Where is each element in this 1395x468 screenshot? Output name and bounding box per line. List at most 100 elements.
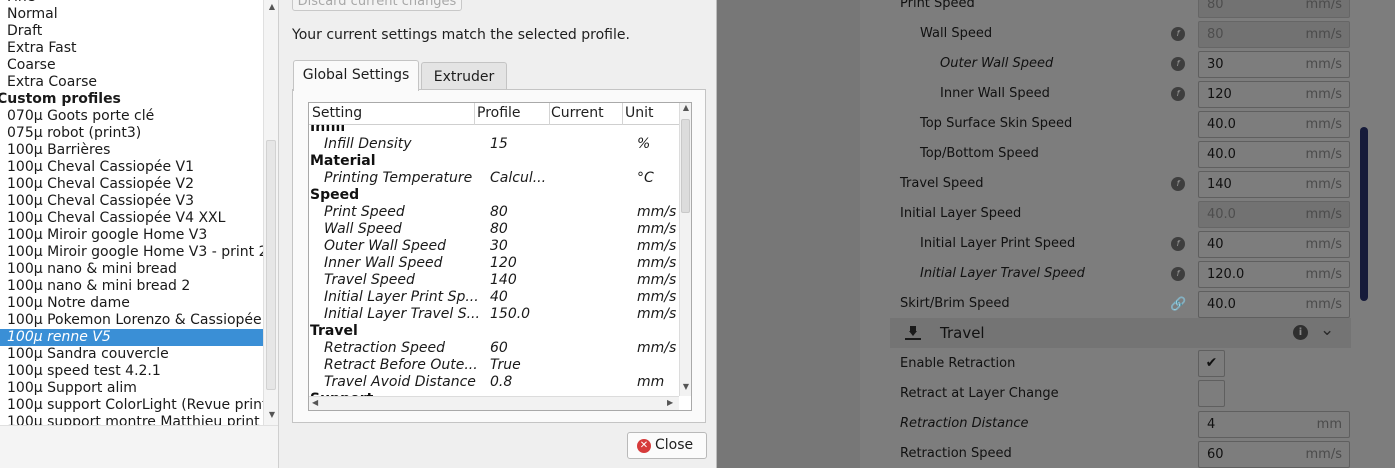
table-row[interactable]: Retraction Speed 60 mm/s <box>309 340 679 357</box>
table-row[interactable]: Travel Avoid Distance 0.8 mm <box>309 374 679 391</box>
scrollbar-thumb[interactable] <box>681 119 690 213</box>
table-row[interactable]: Printing Temperature Calcul... °C <box>309 170 679 187</box>
setting-label: Initial Layer Print Speed <box>920 236 1076 251</box>
setting-name-cell: Wall Speed <box>324 221 402 237</box>
profile-list-item[interactable]: 100µ Miroir google Home V3 - print 2 <box>0 244 263 261</box>
setting-value: 80 <box>1207 27 1224 42</box>
column-header-profile[interactable]: Profile <box>477 105 521 121</box>
table-row[interactable]: Outer Wall Speed 30 mm/s <box>309 238 679 255</box>
table-horizontal-scrollbar[interactable]: ◀ ▶ <box>309 396 679 410</box>
profile-list-scrollbar[interactable]: ▲ ▼ <box>263 0 278 425</box>
tab-extruder[interactable]: Extruder <box>421 62 507 90</box>
table-vertical-scrollbar[interactable]: ▲ ▼ <box>679 103 691 396</box>
setting-value-field[interactable]: 40.0 mm/s <box>1198 111 1350 138</box>
column-header-unit[interactable]: Unit <box>625 105 654 121</box>
function-icon[interactable]: f <box>1171 267 1185 281</box>
setting-value-field[interactable]: 40.0 mm/s <box>1198 141 1350 168</box>
table-row[interactable]: Wall Speed 80 mm/s <box>309 221 679 238</box>
profile-list-item[interactable]: 100µ nano & mini bread <box>0 261 263 278</box>
profile-list-item[interactable]: Normal <box>0 6 263 23</box>
setting-row: Top/Bottom Speed 40.0 mm/s <box>860 139 1395 169</box>
setting-unit: mm/s <box>1305 237 1342 252</box>
profile-list-item[interactable]: 070µ Goots porte clé <box>0 108 263 125</box>
table-row[interactable]: Inner Wall Speed 120 mm/s <box>309 255 679 272</box>
function-icon[interactable]: f <box>1171 27 1185 41</box>
close-button-label: Close <box>655 437 694 453</box>
settings-scrollbar-thumb[interactable] <box>1360 127 1368 301</box>
profile-list-item[interactable]: Coarse <box>0 57 263 74</box>
column-header-setting[interactable]: Setting <box>312 105 362 121</box>
setting-value-field[interactable]: 140 mm/s <box>1198 171 1350 198</box>
setting-value-field[interactable]: 60 mm/s <box>1198 441 1350 468</box>
profile-list-item[interactable]: 100µ support ColorLight (Revue print) <box>0 397 263 414</box>
profile-list-item[interactable]: Extra Fast <box>0 40 263 57</box>
profile-list-item[interactable]: 100µ Cheval Cassiopée V3 <box>0 193 263 210</box>
setting-label: Top Surface Skin Speed <box>920 116 1073 131</box>
profile-list-item[interactable]: 100µ nano & mini bread 2 <box>0 278 263 295</box>
profile-list-item[interactable]: Extra Coarse <box>0 74 263 91</box>
discard-changes-button[interactable]: Discard current changes <box>292 0 462 11</box>
setting-row: Initial Layer Speed 40.0 mm/s <box>860 199 1395 229</box>
table-row[interactable]: Travel Speed 140 mm/s <box>309 272 679 289</box>
info-icon[interactable]: i <box>1293 325 1308 340</box>
setting-row: Wall Speed f 80 mm/s <box>860 19 1395 49</box>
settings-comparison-table[interactable]: Setting Profile Current Unit Infill Infil… <box>308 102 692 411</box>
travel-category-header[interactable]: Travel i ⌄ <box>890 318 1351 348</box>
profile-list[interactable]: FineNormalDraftExtra FastCoarseExtra Coa… <box>0 0 279 468</box>
setting-unit: mm/s <box>1305 207 1342 222</box>
setting-row: Outer Wall Speed f 30 mm/s <box>860 49 1395 79</box>
function-icon[interactable]: f <box>1171 87 1185 101</box>
setting-value-field[interactable]: 40.0 mm/s <box>1198 201 1350 228</box>
profile-list-item[interactable]: 100µ Sandra couvercle <box>0 346 263 363</box>
setting-label: Retract at Layer Change <box>900 386 1059 401</box>
setting-value-field[interactable]: 80 mm/s <box>1198 21 1350 48</box>
chevron-down-icon[interactable]: ⌄ <box>1320 320 1334 340</box>
profile-list-item[interactable]: 100µ Pokemon Lorenzo & Cassiopée (... <box>0 312 263 329</box>
setting-value: 80 <box>1207 0 1224 12</box>
function-icon[interactable]: f <box>1171 177 1185 191</box>
profile-list-item[interactable]: 100µ Notre dame <box>0 295 263 312</box>
column-header-current[interactable]: Current <box>551 105 604 121</box>
profile-list-item[interactable]: 100µ speed test 4.2.1 <box>0 363 263 380</box>
setting-value-field[interactable]: 4 mm <box>1198 411 1350 438</box>
scroll-down-arrow-icon[interactable]: ▼ <box>264 410 278 419</box>
setting-value: 40 <box>1207 237 1224 252</box>
function-icon[interactable]: f <box>1171 237 1185 251</box>
profile-list-item[interactable]: 100µ renne V5 <box>0 329 263 346</box>
checkbox-checked[interactable]: ✔ <box>1198 350 1225 377</box>
scroll-right-arrow-icon[interactable]: ▶ <box>667 398 673 407</box>
function-icon[interactable]: f <box>1171 57 1185 71</box>
scroll-up-arrow-icon[interactable]: ▲ <box>680 103 691 112</box>
profile-list-item[interactable]: 100µ Barrières <box>0 142 263 159</box>
checkbox[interactable] <box>1198 380 1225 407</box>
setting-name-cell: Retract Before Oute... <box>324 357 478 373</box>
setting-value-field[interactable]: 40 mm/s <box>1198 231 1350 258</box>
table-row[interactable]: Retract Before Oute... True <box>309 357 679 374</box>
setting-value-field[interactable]: 80 mm/s <box>1198 0 1350 18</box>
link-icon[interactable]: 🔗 <box>1170 297 1186 312</box>
profile-list-item[interactable]: 100µ Cheval Cassiopée V1 <box>0 159 263 176</box>
table-row[interactable]: Print Speed 80 mm/s <box>309 204 679 221</box>
setting-value-field[interactable]: 120 mm/s <box>1198 81 1350 108</box>
scroll-left-arrow-icon[interactable]: ◀ <box>312 398 318 407</box>
profile-list-item[interactable]: Draft <box>0 23 263 40</box>
scrollbar-thumb[interactable] <box>266 140 276 390</box>
profile-list-item[interactable]: 100µ Support alim <box>0 380 263 397</box>
profile-list-item[interactable]: 100µ Cheval Cassiopée V4 XXL <box>0 210 263 227</box>
profile-list-item[interactable]: 100µ Cheval Cassiopée V2 <box>0 176 263 193</box>
setting-label: Enable Retraction <box>900 356 1016 371</box>
table-row[interactable]: Initial Layer Travel S... 150.0 mm/s <box>309 306 679 323</box>
setting-value-field[interactable]: 30 mm/s <box>1198 51 1350 78</box>
tab-global-settings[interactable]: Global Settings <box>293 60 419 91</box>
profile-list-item[interactable]: 075µ robot (print3) <box>0 125 263 142</box>
profile-dialog: Discard current changes Your current set… <box>279 0 717 468</box>
scroll-up-arrow-icon[interactable]: ▲ <box>264 2 278 11</box>
table-row[interactable]: Infill Density 15% <box>309 136 679 153</box>
close-button[interactable]: ✕ Close <box>627 432 707 459</box>
table-row[interactable]: Initial Layer Print Sp... 40 mm/s <box>309 289 679 306</box>
setting-value-field[interactable]: 120.0 mm/s <box>1198 261 1350 288</box>
setting-value-field[interactable]: 40.0 mm/s <box>1198 291 1350 318</box>
scroll-down-arrow-icon[interactable]: ▼ <box>680 382 691 391</box>
profile-list-item[interactable]: 100µ Miroir google Home V3 <box>0 227 263 244</box>
unit-cell: mm/s <box>637 289 677 305</box>
